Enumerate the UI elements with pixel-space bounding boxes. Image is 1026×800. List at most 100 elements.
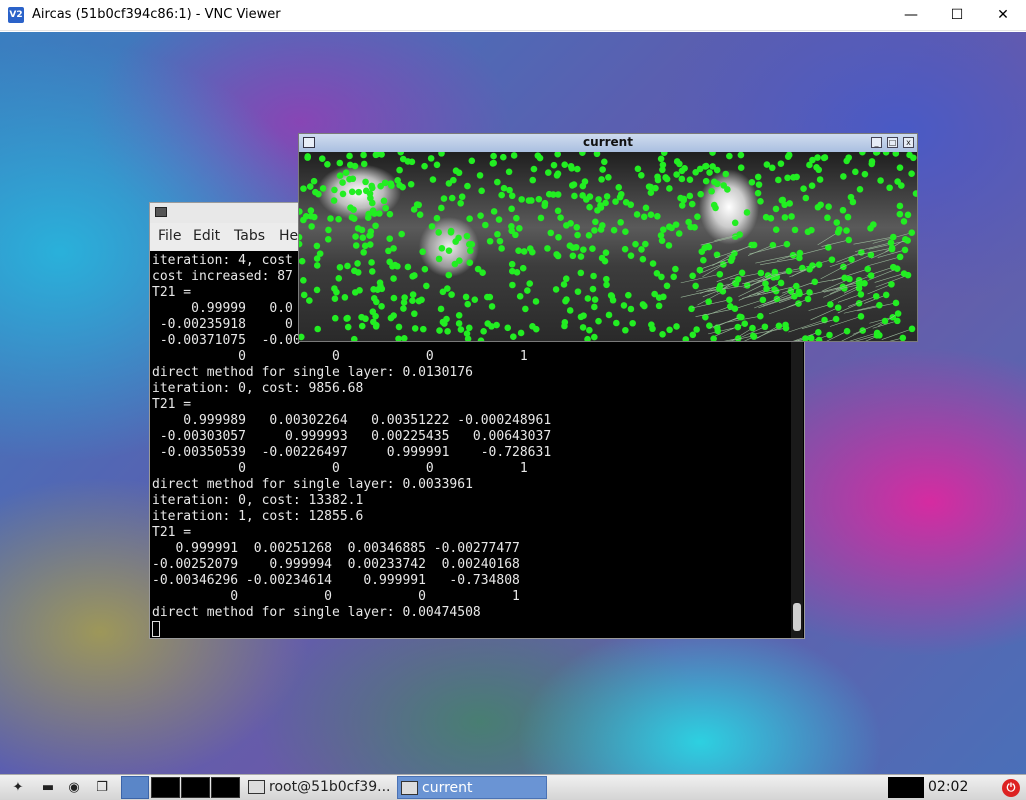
feature-point [490,208,498,215]
terminal-icon [155,207,167,217]
feature-point [562,275,570,283]
feature-point [435,255,443,263]
desktop-pager-3[interactable] [211,777,240,798]
feature-point [409,291,417,298]
feature-point [455,234,462,242]
task-terminal[interactable]: root@51b0cf39... [245,776,395,799]
feature-point [590,272,597,280]
feature-point [702,162,710,170]
minimize-button[interactable]: — [888,0,934,31]
task-current[interactable]: current [397,776,547,799]
window-switch-icon[interactable]: ❐ [92,778,112,797]
feature-point [757,269,765,277]
current-minimize-button[interactable]: _ [871,137,882,148]
feature-point [892,299,900,307]
feature-point [896,253,904,261]
feature-point [779,196,787,204]
feature-point [324,161,331,168]
clock[interactable]: 02:02 [928,777,968,798]
feature-point [904,237,911,244]
feature-point [572,243,580,251]
current-titlebar[interactable]: current _ □ x [299,134,917,153]
feature-point [597,202,604,209]
feature-point [642,204,650,212]
menu-file[interactable]: File [158,228,181,244]
task-label: root@51b0cf39... [269,779,391,795]
feature-point [796,249,804,257]
feature-point [894,310,902,317]
feature-point [463,232,471,240]
feature-point [593,152,601,158]
feature-point [409,297,416,305]
feature-point [411,325,419,332]
feature-point [698,248,706,255]
feature-point [654,212,661,220]
feature-point [870,221,877,228]
feature-point [300,291,308,299]
feature-point [360,160,368,168]
feature-point [396,166,403,174]
feature-point [602,249,610,256]
feature-point [372,222,379,230]
browser-icon[interactable]: ◉ [64,778,84,797]
feature-point [571,192,578,200]
menu-tabs[interactable]: Tabs [234,228,265,244]
maximize-button[interactable]: ☐ [934,0,980,31]
feature-point [343,315,350,322]
feature-point [694,213,701,220]
feature-point [529,248,536,256]
feature-point [439,318,447,326]
feature-point [659,226,667,233]
menu-icon[interactable]: ✦ [8,778,28,797]
feature-point [658,237,666,244]
feature-point [433,214,441,222]
power-icon[interactable]: ⏻ [1002,779,1020,797]
desktop-pager-1[interactable] [151,777,180,798]
feature-point [622,326,629,334]
feature-point [651,290,658,298]
feature-point [677,194,684,202]
terminal-launcher-icon[interactable] [121,776,149,799]
feature-point [456,257,463,265]
feature-point [300,185,307,192]
menu-help[interactable]: He [279,228,298,244]
scrollbar-thumb[interactable] [793,603,801,631]
feature-point [517,329,525,337]
feature-point [639,255,647,263]
feature-point [354,260,361,267]
feature-point [603,275,610,283]
feature-point [660,152,668,156]
current-maximize-button[interactable]: □ [887,137,898,148]
feature-point [738,313,745,321]
feature-point [335,215,342,223]
feature-point [824,214,831,222]
feature-point [513,269,521,276]
current-close-button[interactable]: x [903,137,914,148]
feature-point [642,240,649,248]
feature-point [350,335,358,341]
menu-edit[interactable]: Edit [193,228,220,244]
show-desktop-icon[interactable]: ▬ [38,778,58,797]
feature-point [828,256,836,263]
feature-point [737,164,745,172]
feature-point [510,333,517,341]
feature-point [458,193,466,201]
feature-point [714,327,722,335]
window-task-icon [401,781,418,795]
terminal-line: -0.00350539 -0.00226497 0.999991 -0.7286… [152,445,552,460]
feature-point [566,307,574,314]
close-button[interactable]: ✕ [980,0,1026,31]
desktop-pager-2[interactable] [181,777,210,798]
feature-point [397,152,405,156]
feature-point [888,244,896,252]
feature-point [433,161,441,169]
feature-point [331,285,338,292]
feature-point [579,152,586,156]
feature-point [376,210,383,217]
current-window: current _ □ x [298,133,918,342]
feature-point [544,169,552,176]
feature-point [665,242,673,249]
feature-point [300,276,307,284]
feature-point [448,194,456,202]
feature-point [857,291,865,298]
